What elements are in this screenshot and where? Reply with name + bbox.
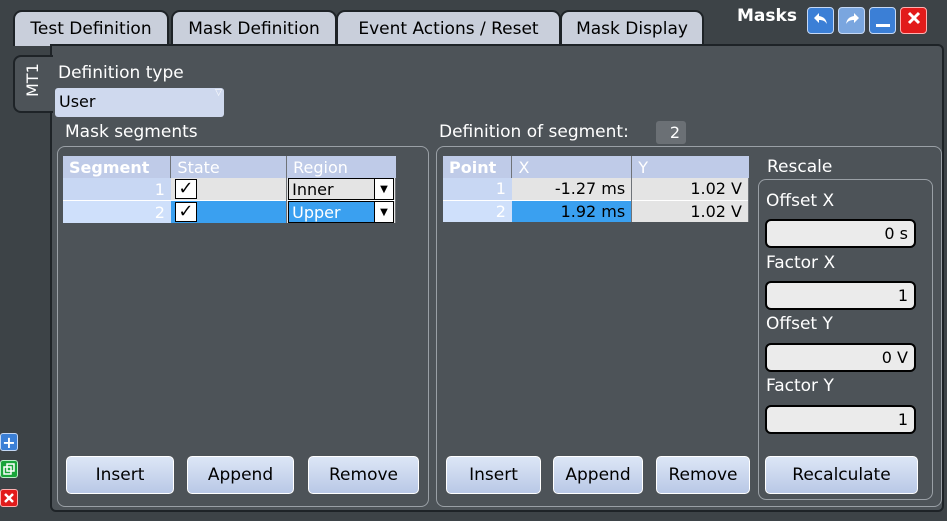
point-y-value[interactable]: 1.02 V: [631, 199, 749, 222]
mask-segments-table[interactable]: Segment State Region 1 ✓ Inner ▼ 2 ✓ Upp…: [63, 156, 396, 223]
side-tab-label: MT1: [23, 63, 42, 97]
segment-number: 1: [63, 178, 171, 201]
dropdown-arrow-icon[interactable]: ▼: [374, 179, 393, 199]
table-row[interactable]: 2 1.92 ms 1.02 V: [443, 199, 749, 222]
definition-type-label: Definition type: [58, 63, 184, 83]
undo-button[interactable]: [807, 7, 834, 34]
window-title: Masks: [737, 6, 797, 26]
copy-icon: [3, 460, 15, 479]
tab-mask-display[interactable]: Mask Display: [560, 10, 704, 46]
segment-insert-button[interactable]: Insert: [66, 456, 174, 494]
column-header-point: Point: [443, 156, 513, 178]
close-button[interactable]: [900, 7, 927, 34]
factor-y-field[interactable]: 1: [765, 405, 916, 434]
offset-y-field[interactable]: 0 V: [765, 343, 916, 372]
tab-event-actions-reset[interactable]: Event Actions / Reset: [336, 10, 561, 46]
table-row[interactable]: 1 -1.27 ms 1.02 V: [443, 178, 749, 200]
table-row[interactable]: 2 ✓ Upper ▼: [63, 200, 396, 223]
segment-number: 2: [63, 200, 171, 223]
tab-test-definition[interactable]: Test Definition: [13, 10, 169, 46]
dropdown-arrow-icon: ▽: [215, 88, 222, 98]
tab-mask-definition[interactable]: Mask Definition: [171, 10, 337, 46]
check-icon: ✓: [178, 178, 194, 200]
minimize-button[interactable]: [869, 7, 896, 34]
point-number: 1: [443, 178, 512, 200]
definition-type-select[interactable]: User ▽: [55, 88, 224, 117]
offset-x-label: Offset X: [766, 191, 835, 211]
recalculate-button[interactable]: Recalculate: [765, 456, 918, 494]
segment-append-button[interactable]: Append: [187, 456, 294, 494]
region-select[interactable]: Upper ▼: [288, 201, 394, 223]
point-y-value[interactable]: 1.02 V: [631, 178, 749, 200]
segment-remove-button[interactable]: Remove: [308, 456, 419, 494]
column-header-region: Region: [286, 156, 396, 178]
column-header-segment: Segment: [63, 156, 172, 178]
close-icon: [906, 10, 922, 31]
region-select[interactable]: Inner ▼: [288, 178, 394, 200]
region-value: Upper: [292, 202, 341, 222]
redo-button[interactable]: [838, 7, 865, 34]
rescale-title: Rescale: [767, 157, 833, 177]
point-number: 2: [443, 199, 512, 222]
region-value: Inner: [292, 179, 334, 199]
add-button[interactable]: +: [0, 432, 18, 452]
point-insert-button[interactable]: Insert: [446, 456, 541, 494]
undo-icon: [813, 10, 829, 31]
offset-y-label: Offset Y: [766, 314, 833, 334]
column-header-y: Y: [631, 156, 749, 178]
state-cell[interactable]: ✓: [170, 178, 288, 201]
offset-x-field[interactable]: 0 s: [765, 219, 916, 248]
factor-y-label: Factor Y: [766, 376, 834, 396]
definition-type-value: User: [59, 92, 96, 111]
dropdown-arrow-icon[interactable]: ▼: [374, 202, 393, 222]
column-header-state: State: [170, 156, 288, 178]
factor-x-field[interactable]: 1: [765, 281, 916, 310]
mask-segments-title: Mask segments: [65, 122, 198, 142]
delete-button[interactable]: [0, 489, 18, 507]
region-cell[interactable]: Upper ▼: [286, 200, 396, 223]
table-row[interactable]: 1 ✓ Inner ▼: [63, 178, 396, 201]
column-header-x: X: [511, 156, 633, 178]
redo-icon: [844, 10, 860, 31]
state-cell[interactable]: ✓: [170, 200, 288, 223]
delete-icon: [3, 489, 15, 508]
check-icon: ✓: [178, 201, 194, 223]
point-append-button[interactable]: Append: [553, 456, 643, 494]
factor-x-label: Factor X: [766, 253, 836, 273]
point-remove-button[interactable]: Remove: [656, 456, 750, 494]
segment-number-badge: 2: [656, 121, 686, 144]
state-checkbox[interactable]: ✓: [174, 201, 197, 223]
segment-points-table[interactable]: Point X Y 1 -1.27 ms 1.02 V 2 1.92 ms 1.…: [443, 156, 749, 222]
add-icon: +: [2, 432, 16, 452]
side-tab-mt1[interactable]: MT1: [13, 55, 53, 113]
region-cell[interactable]: Inner ▼: [286, 178, 396, 201]
segment-definition-title: Definition of segment:: [439, 122, 629, 142]
state-checkbox[interactable]: ✓: [174, 178, 197, 200]
copy-button[interactable]: [0, 460, 18, 478]
point-x-value[interactable]: -1.27 ms: [511, 178, 633, 200]
point-x-value[interactable]: 1.92 ms: [511, 199, 633, 222]
minimize-icon: [875, 24, 890, 27]
